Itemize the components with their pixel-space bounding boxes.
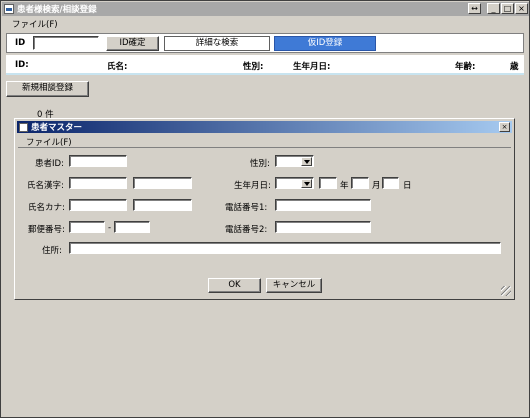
temp-id-register-button[interactable]: 仮ID登録: [274, 36, 376, 51]
id-confirm-button[interactable]: ID確定: [106, 36, 159, 51]
menu-bar: ファイル(F): [2, 17, 529, 31]
first-name-kanji-input[interactable]: [133, 177, 192, 189]
address-label: 住所:: [42, 246, 62, 256]
birth-date-label: 生年月日:: [234, 181, 271, 191]
info-id-label: ID:: [15, 60, 29, 70]
id-input[interactable]: [33, 36, 99, 50]
cancel-button[interactable]: キャンセル: [266, 278, 322, 293]
app-icon: [4, 4, 14, 14]
phone1-input[interactable]: [275, 199, 371, 211]
postal-code-second-input[interactable]: [114, 221, 150, 233]
gender-label: 性別:: [250, 159, 270, 169]
info-age-label: 年齢:: [455, 62, 476, 72]
main-window: 患者様検索/相談登録 ↔ _ □ × ファイル(F) ID ID確定 詳細な検索…: [0, 0, 530, 418]
resize-icon[interactable]: ↔: [468, 3, 481, 14]
patient-info-row: ID: 氏名: 性別: 生年月日: 年齢: 歳: [6, 55, 524, 75]
search-row: ID ID確定 詳細な検索 仮ID登録: [6, 33, 524, 53]
minimize-button[interactable]: _: [487, 3, 500, 14]
year-unit: 年: [340, 181, 349, 191]
id-label: ID: [15, 38, 26, 48]
patient-master-dialog: 患者マスター × ファイル(F) 患者ID: 性別: 氏名漢字: 生年月日: 年…: [14, 118, 515, 300]
info-age-unit: 歳: [510, 62, 519, 72]
dialog-title: 患者マスター: [31, 123, 83, 133]
info-name-label: 氏名:: [107, 62, 128, 72]
patient-id-input[interactable]: [69, 155, 127, 167]
chevron-down-icon[interactable]: [301, 157, 312, 166]
dialog-title-bar[interactable]: 患者マスター ×: [17, 121, 512, 133]
era-select[interactable]: [275, 177, 314, 189]
window-title: 患者様検索/相談登録: [17, 5, 97, 15]
dialog-app-icon: [19, 122, 28, 132]
resize-grip-icon[interactable]: [501, 286, 511, 296]
address-input[interactable]: [69, 242, 501, 254]
info-birth-label: 生年月日:: [293, 62, 331, 72]
postal-code-first-input[interactable]: [69, 221, 105, 233]
postal-code-label: 郵便番号:: [28, 225, 65, 235]
name-kanji-label: 氏名漢字:: [27, 181, 64, 191]
name-kana-label: 氏名カナ:: [28, 203, 65, 213]
new-consult-button[interactable]: 新規相談登録: [6, 81, 89, 97]
postal-code-separator: -: [108, 223, 112, 233]
day-unit: 日: [403, 181, 412, 191]
last-name-kanji-input[interactable]: [69, 177, 127, 189]
close-button[interactable]: ×: [515, 3, 528, 14]
month-unit: 月: [372, 181, 381, 191]
ok-button[interactable]: OK: [208, 278, 261, 293]
gender-select[interactable]: [275, 155, 314, 167]
info-gender-label: 性別:: [243, 62, 264, 72]
last-name-kana-input[interactable]: [69, 199, 127, 211]
first-name-kana-input[interactable]: [133, 199, 192, 211]
dialog-close-button[interactable]: ×: [499, 122, 510, 132]
title-bar[interactable]: 患者様検索/相談登録 ↔ _ □ ×: [2, 2, 529, 16]
menu-file[interactable]: ファイル(F): [12, 18, 58, 30]
phone1-label: 電話番号1:: [225, 203, 268, 213]
birth-year-input[interactable]: [319, 177, 337, 189]
phone2-label: 電話番号2:: [225, 225, 268, 235]
maximize-button[interactable]: □: [501, 3, 514, 14]
birth-day-input[interactable]: [382, 177, 399, 189]
chevron-down-icon[interactable]: [301, 179, 312, 188]
patient-id-label: 患者ID:: [35, 159, 64, 169]
birth-month-input[interactable]: [351, 177, 369, 189]
dialog-form: 患者ID: 性別: 氏名漢字: 生年月日: 年 月 日 氏名カナ: 電話番号1:…: [18, 147, 511, 297]
phone2-input[interactable]: [275, 221, 371, 233]
detail-search-button[interactable]: 詳細な検索: [164, 36, 270, 51]
